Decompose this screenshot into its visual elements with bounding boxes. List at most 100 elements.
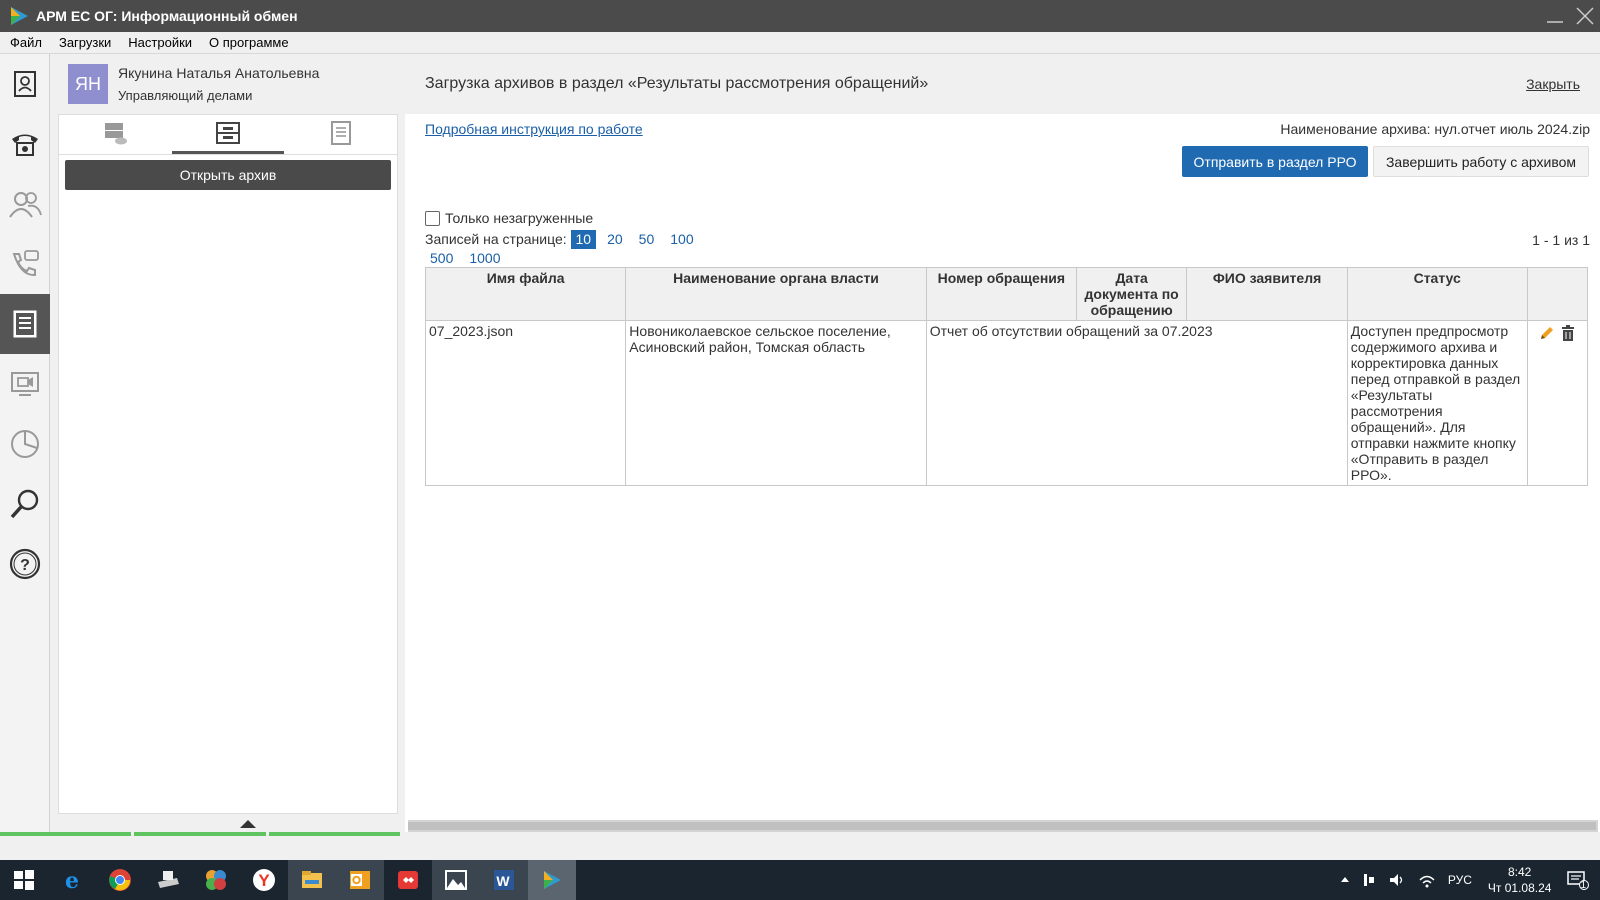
taskbar-anydesk[interactable]	[384, 860, 432, 900]
rail-item-users[interactable]	[0, 174, 50, 234]
trash-icon	[1562, 325, 1575, 341]
document-icon	[13, 310, 37, 338]
pencil-icon	[1541, 327, 1554, 339]
column-header-actions	[1526, 267, 1589, 321]
rail-item-statistics[interactable]	[0, 414, 50, 474]
minimize-button[interactable]	[1540, 1, 1570, 31]
rail-item-help[interactable]: ?	[0, 534, 50, 594]
main-content: Загрузка архивов в раздел «Результаты ра…	[405, 54, 1600, 832]
chrome-icon	[109, 869, 131, 891]
user-name: Якунина Наталья Анатольевна	[118, 65, 320, 81]
edge-icon: e	[65, 868, 79, 892]
menu-downloads[interactable]: Загрузки	[49, 35, 118, 50]
menu-settings[interactable]: Настройки	[118, 35, 199, 50]
only-unloaded-filter[interactable]: Только незагруженные	[425, 210, 593, 226]
taskbar-word[interactable]: W	[480, 860, 528, 900]
start-button[interactable]	[0, 860, 48, 900]
tray-clock[interactable]: 8:42 Чт 01.08.24	[1478, 864, 1562, 896]
rail-item-phone[interactable]	[0, 114, 50, 174]
horizontal-scrollbar[interactable]	[408, 820, 1598, 832]
word-icon: W	[494, 870, 514, 890]
send-to-rro-button[interactable]: Отправить в раздел РРО	[1182, 146, 1368, 177]
per-page-option-50[interactable]: 50	[634, 230, 660, 249]
system-tray: РУС 8:42 Чт 01.08.24 1	[1334, 860, 1600, 900]
per-page-option-500[interactable]: 500	[425, 249, 458, 268]
rail-item-search[interactable]	[0, 474, 50, 534]
per-page-selector: Записей на странице: 10 20 50 100 500 1000	[425, 230, 765, 268]
cell-status: Доступен предпросмотр содержимого архива…	[1346, 320, 1528, 486]
minimize-icon	[1547, 21, 1563, 23]
taskbar-outlook[interactable]	[336, 860, 384, 900]
per-page-option-20[interactable]: 20	[602, 230, 628, 249]
chevron-up-icon	[1340, 877, 1349, 882]
column-header-applicant[interactable]: ФИО заявителя	[1186, 267, 1348, 321]
per-page-option-100[interactable]: 100	[665, 230, 698, 249]
rail-item-calls[interactable]	[0, 234, 50, 294]
tray-notifications[interactable]: 1	[1561, 870, 1600, 891]
tray-language[interactable]: РУС	[1442, 873, 1478, 887]
open-archive-button[interactable]: Открыть архив	[65, 160, 391, 190]
svg-text:W: W	[496, 873, 510, 889]
taskbar-yandex[interactable]: Y	[240, 860, 288, 900]
column-header-status[interactable]: Статус	[1346, 267, 1528, 321]
collapse-arrow-icon[interactable]	[240, 820, 256, 828]
notification-icon	[1567, 871, 1590, 890]
app-logo-icon	[11, 7, 28, 25]
tab-archive-list[interactable]	[284, 115, 397, 154]
close-window-button[interactable]	[1570, 1, 1600, 31]
column-header-file[interactable]: Имя файла	[424, 267, 627, 321]
loading-progress-bar	[0, 832, 400, 836]
close-icon	[1576, 7, 1594, 25]
puzzle-app-icon	[206, 870, 226, 890]
tray-overflow-button[interactable]	[1334, 876, 1356, 884]
phone-chat-icon	[12, 250, 39, 277]
close-link[interactable]: Закрыть	[1526, 76, 1580, 92]
contact-card-icon	[14, 71, 36, 97]
left-panel: ЯН Якунина Наталья Анатольевна Управляющ…	[50, 54, 400, 832]
cell-actions	[1526, 320, 1589, 486]
taskbar-photos[interactable]	[432, 860, 480, 900]
svg-text:Y: Y	[258, 871, 270, 890]
edit-button[interactable]	[1539, 325, 1555, 344]
svg-text:e: e	[65, 868, 79, 892]
menu-about[interactable]: О программе	[199, 35, 296, 50]
column-header-authority[interactable]: Наименование органа власти	[625, 267, 927, 321]
only-unloaded-checkbox[interactable]	[425, 210, 440, 226]
archive-name: Наименование архива: нул.отчет июль 2024…	[1280, 121, 1590, 137]
taskbar-chrome[interactable]	[96, 860, 144, 900]
table-row[interactable]: 07_2023.json Новониколаевское сельское п…	[424, 320, 1589, 486]
tray-network-status[interactable]	[1356, 872, 1382, 888]
yandex-icon: Y	[253, 869, 275, 891]
tray-wifi[interactable]	[1412, 872, 1442, 888]
instruction-link[interactable]: Подробная инструкция по работе	[425, 121, 643, 137]
tab-archive-storage[interactable]	[59, 115, 172, 154]
finish-archive-button[interactable]: Завершить работу с архивом	[1373, 146, 1589, 177]
taskbar-scanner[interactable]	[144, 860, 192, 900]
video-chat-icon	[11, 372, 39, 396]
taskbar-edge[interactable]: e	[48, 860, 96, 900]
table-header-row: Имя файла Наименование органа власти Ном…	[424, 267, 1589, 321]
photos-icon	[445, 870, 467, 890]
taskbar-explorer[interactable]	[288, 860, 336, 900]
speaker-icon	[1389, 874, 1403, 886]
explorer-icon	[302, 871, 322, 888]
per-page-option-10[interactable]: 10	[570, 230, 597, 249]
taskbar-puzzle-app[interactable]	[192, 860, 240, 900]
rail-item-video[interactable]	[0, 354, 50, 414]
phone-icon	[12, 134, 38, 156]
rail-item-contacts[interactable]	[0, 54, 50, 114]
delete-button[interactable]	[1561, 325, 1575, 344]
tab-archive-open[interactable]	[171, 115, 285, 154]
main-header: Загрузка архивов в раздел «Результаты ра…	[405, 54, 1600, 114]
per-page-option-1000[interactable]: 1000	[464, 249, 505, 268]
scrollbar-thumb[interactable]	[408, 822, 1596, 830]
archive-files-table: Имя файла Наименование органа власти Ном…	[424, 267, 1589, 486]
tray-volume[interactable]	[1382, 872, 1412, 888]
document-list-icon	[330, 121, 351, 145]
rail-item-documents[interactable]	[0, 294, 50, 354]
clock-date: Чт 01.08.24	[1487, 881, 1552, 895]
taskbar-arm-app[interactable]	[528, 860, 576, 900]
column-header-number[interactable]: Номер обращения	[925, 267, 1077, 321]
menu-file[interactable]: Файл	[0, 35, 49, 50]
column-header-date[interactable]: Дата документа по обращению	[1075, 267, 1188, 321]
